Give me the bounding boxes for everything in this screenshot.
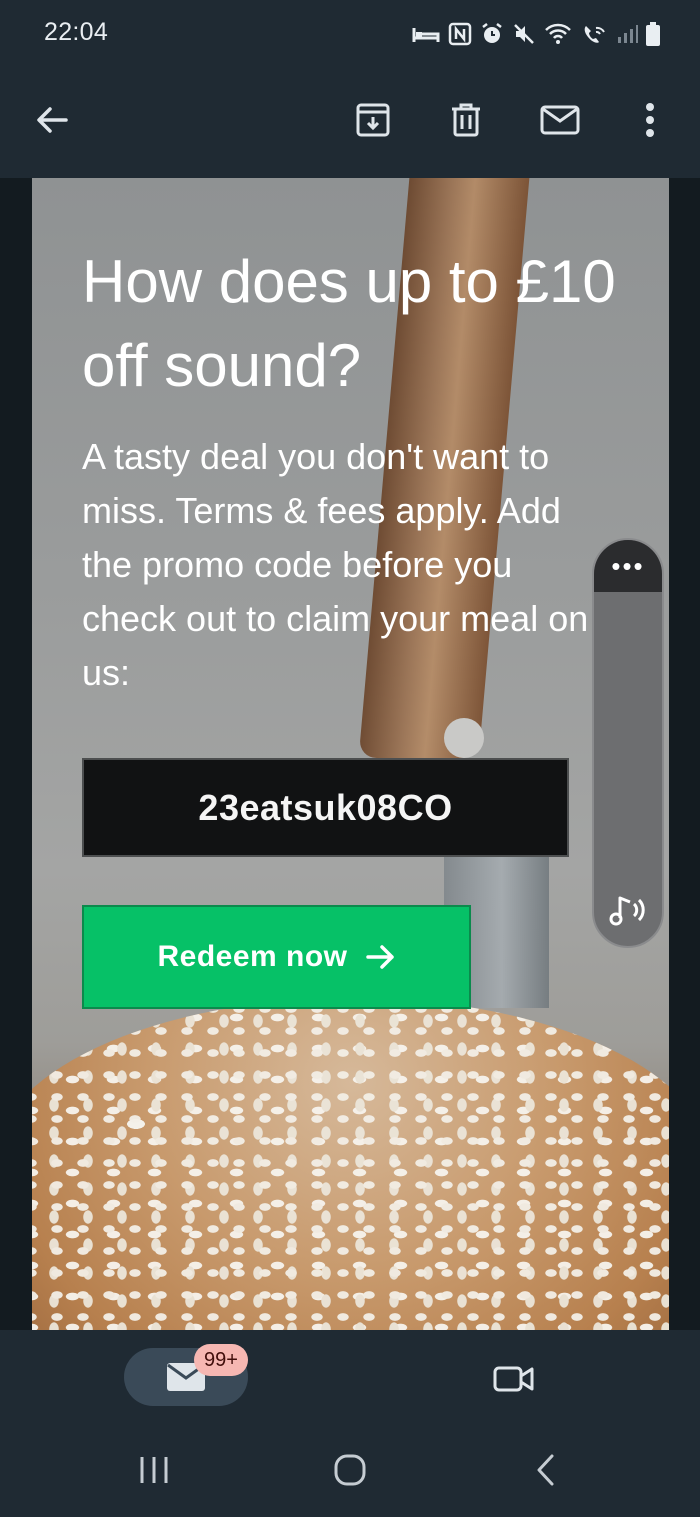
bottom-nav: 99+ <box>0 1330 700 1430</box>
alarm-icon <box>482 23 502 43</box>
more-horiz-icon: ••• <box>611 551 645 581</box>
email-content: How does up to £10 off sound? A tasty de… <box>0 178 700 1330</box>
mark-unread-button[interactable] <box>530 90 590 150</box>
back-icon <box>537 1454 554 1486</box>
app-bar <box>0 70 700 178</box>
status-icons <box>412 20 660 48</box>
side-panel-audio-button[interactable] <box>604 888 656 932</box>
nfc-icon <box>448 22 472 46</box>
bed-icon <box>412 28 440 42</box>
bun-image <box>32 998 669 1330</box>
delete-icon <box>452 103 480 137</box>
meet-tab[interactable] <box>484 1354 544 1404</box>
system-nav-bar <box>0 1430 700 1517</box>
mark-unread-icon <box>540 105 580 135</box>
knife-rivet-image <box>444 718 484 758</box>
delete-button[interactable] <box>436 90 496 150</box>
sesame-seeds <box>32 998 669 1330</box>
video-icon <box>493 1366 534 1392</box>
mail-unread-badge: 99+ <box>194 1344 248 1376</box>
archive-button[interactable] <box>343 90 403 150</box>
home-icon <box>334 1454 366 1486</box>
back-arrow-icon <box>37 107 68 133</box>
promo-code-box[interactable]: 23eatsuk08CO <box>82 758 569 857</box>
more-options-button[interactable] <box>620 90 680 150</box>
archive-icon <box>356 103 390 137</box>
mute-icon <box>514 24 534 44</box>
recents-icon <box>140 1457 168 1483</box>
floating-side-panel[interactable]: ••• <box>592 538 664 948</box>
redeem-label: Redeem now <box>157 940 348 973</box>
promo-code: 23eatsuk08CO <box>198 786 453 828</box>
promo-hero: How does up to £10 off sound? A tasty de… <box>32 178 669 1330</box>
arrow-right-icon <box>365 945 394 969</box>
wifi-call-icon <box>584 26 605 43</box>
redeem-now-button[interactable]: Redeem now <box>82 905 471 1009</box>
signal-icon <box>618 25 638 43</box>
status-time: 22:04 <box>44 18 109 46</box>
battery-icon <box>646 22 660 46</box>
email-body: A tasty deal you don't want to miss. Ter… <box>82 436 589 693</box>
audio-note-icon <box>609 896 645 926</box>
email-headline: How does up to £10 off sound? <box>82 248 616 399</box>
wifi-icon <box>545 23 571 44</box>
home-button[interactable] <box>320 1450 380 1490</box>
status-bar: 22:04 <box>0 0 700 70</box>
system-back-button[interactable] <box>516 1450 576 1490</box>
side-panel-more-button[interactable]: ••• <box>594 540 662 592</box>
back-button[interactable] <box>22 90 82 150</box>
more-vert-icon <box>646 103 654 137</box>
recents-button[interactable] <box>124 1450 184 1490</box>
